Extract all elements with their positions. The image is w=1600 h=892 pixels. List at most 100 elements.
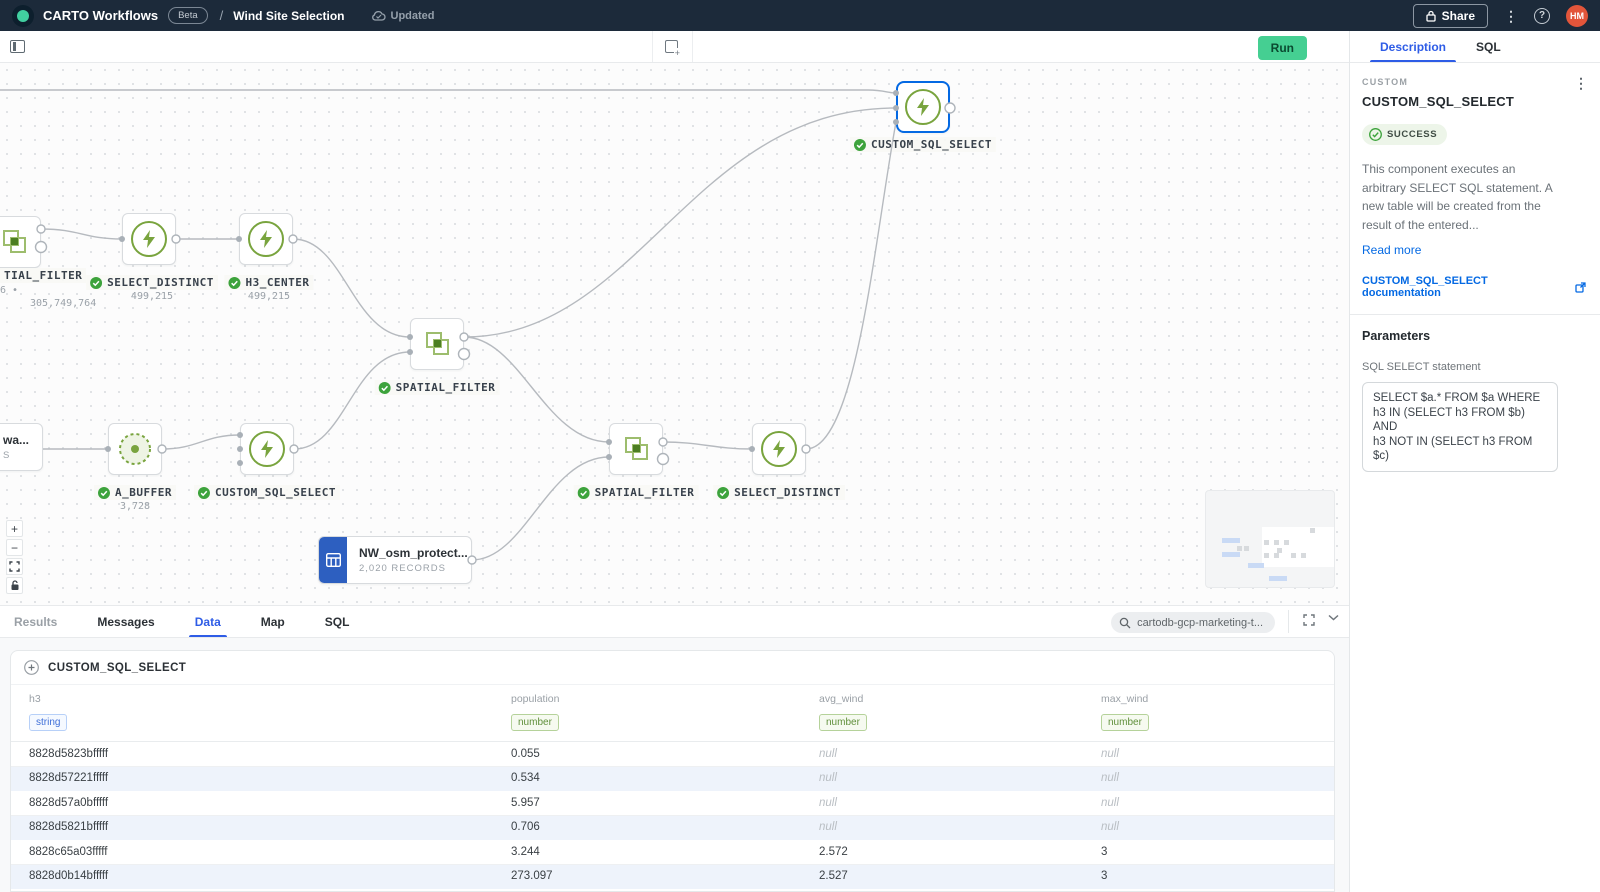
lock-interactivity-button[interactable] bbox=[6, 577, 23, 594]
node-a-buffer[interactable] bbox=[108, 423, 162, 475]
table-cell: null bbox=[819, 747, 837, 760]
spatial-filter-icon bbox=[3, 230, 26, 253]
avatar[interactable]: HM bbox=[1566, 4, 1588, 27]
node-label: SPATIAL_FILTER bbox=[573, 485, 699, 500]
node-source-table[interactable]: NW_osm_protect... 2,020 RECORDS bbox=[318, 536, 472, 584]
breadcrumb-separator: / bbox=[219, 8, 224, 23]
divider bbox=[1350, 314, 1600, 316]
node-label: SELECT_DISTINCT bbox=[713, 485, 845, 500]
tab-sidebar-sql[interactable]: SQL bbox=[1476, 31, 1501, 62]
table-row[interactable]: 8828d57a0bfffff 5.957 null null bbox=[11, 791, 1334, 816]
workflow-toolbar: Run bbox=[0, 31, 1349, 63]
canvas-controls: + − bbox=[6, 520, 23, 594]
workflow-edges bbox=[0, 89, 956, 565]
node-count: 499,215 bbox=[247, 291, 291, 302]
tab-results[interactable]: Results bbox=[14, 606, 57, 637]
component-title: CUSTOM_SQL_SELECT bbox=[1362, 94, 1514, 109]
lightning-icon bbox=[249, 431, 285, 467]
lock-icon bbox=[1425, 10, 1436, 22]
table-row[interactable]: 8828d5821bfffff 0.706 null null bbox=[11, 815, 1334, 840]
node-count: 305,749,764 bbox=[30, 298, 97, 309]
column-type-badge: string bbox=[29, 714, 68, 731]
minimap[interactable] bbox=[1205, 490, 1335, 588]
table-node-records: 2,020 RECORDS bbox=[359, 563, 446, 574]
table-cell: 0.055 bbox=[511, 747, 540, 760]
table-row[interactable]: 8828d57221fffff 0.534 null null bbox=[11, 766, 1334, 791]
column-header: h3 string bbox=[11, 693, 493, 731]
zoom-out-button[interactable]: − bbox=[6, 539, 23, 556]
table-cell: 273.097 bbox=[511, 870, 553, 883]
data-panel: CUSTOM_SQL_SELECT h3 string population numb… bbox=[0, 638, 1349, 892]
tab-data[interactable]: Data bbox=[188, 606, 227, 637]
node-spatial-filter-cut[interactable] bbox=[0, 216, 41, 268]
node-source-table-cut[interactable]: wa... S bbox=[0, 423, 43, 471]
more-menu-icon[interactable]: ⋮ bbox=[1504, 9, 1518, 23]
success-check-icon bbox=[98, 486, 111, 499]
node-h3-center[interactable] bbox=[239, 213, 293, 265]
expand-panel-icon[interactable] bbox=[1303, 614, 1315, 626]
success-check-icon bbox=[853, 138, 866, 151]
fit-view-button[interactable] bbox=[6, 558, 23, 575]
tab-sql[interactable]: SQL bbox=[325, 606, 350, 637]
parameters-title: Parameters bbox=[1362, 329, 1431, 344]
toggle-components-panel-icon[interactable] bbox=[10, 40, 25, 53]
success-check-icon bbox=[1369, 128, 1382, 141]
component-description: This component executes an arbitrary SEL… bbox=[1362, 162, 1553, 232]
sql-statement-input[interactable]: SELECT $a.* FROM $a WHERE h3 IN (SELECT … bbox=[1362, 382, 1558, 473]
table-cell: null bbox=[819, 772, 837, 785]
tab-messages[interactable]: Messages bbox=[97, 606, 154, 637]
success-check-icon bbox=[197, 486, 210, 499]
connection-selector[interactable]: cartodb-gcp-marketing-t... bbox=[1111, 612, 1275, 633]
workflow-title[interactable]: Wind Site Selection bbox=[233, 9, 344, 23]
add-note-icon[interactable] bbox=[665, 40, 681, 58]
table-node-title: NW_osm_protect... bbox=[359, 546, 468, 560]
table-node-title: wa... bbox=[3, 433, 30, 447]
node-select-distinct[interactable] bbox=[122, 213, 176, 265]
share-button[interactable]: Share bbox=[1412, 3, 1488, 28]
node-custom-sql-select[interactable] bbox=[240, 423, 294, 475]
expand-section-icon[interactable] bbox=[24, 660, 39, 675]
node-custom-sql-select-selected[interactable] bbox=[896, 81, 950, 133]
table-cell: null bbox=[819, 821, 837, 834]
table-row[interactable]: 8828c65a03fffff 3.244 2.572 3 bbox=[11, 840, 1334, 865]
zoom-in-button[interactable]: + bbox=[6, 520, 23, 537]
spatial-filter-icon bbox=[426, 332, 449, 355]
table-header-row: h3 string population number avg_wind number ma… bbox=[11, 684, 1334, 742]
table-cell: 3 bbox=[1101, 870, 1108, 883]
documentation-link[interactable]: CUSTOM_SQL_SELECT documentation bbox=[1362, 275, 1586, 299]
read-more-link[interactable]: Read more bbox=[1362, 243, 1421, 257]
node-select-distinct-2[interactable] bbox=[752, 423, 806, 475]
table-cell: 0.534 bbox=[511, 772, 540, 785]
table-row[interactable]: 8828d0b14bfffff 273.097 2.527 3 bbox=[11, 864, 1334, 889]
success-check-icon bbox=[717, 486, 730, 499]
help-icon[interactable]: ? bbox=[1534, 7, 1550, 24]
carto-logo-icon[interactable] bbox=[12, 4, 34, 27]
table-cell: 8828d5821bfffff bbox=[29, 821, 109, 834]
node-label: CUSTOM_SQL_SELECT bbox=[849, 137, 997, 152]
success-check-icon bbox=[90, 276, 103, 289]
run-button[interactable]: Run bbox=[1257, 36, 1307, 60]
success-check-icon bbox=[378, 381, 391, 394]
table-cell: 8828c65a03fffff bbox=[29, 845, 108, 858]
component-menu-icon[interactable]: ⋮ bbox=[1574, 75, 1588, 92]
lightning-icon bbox=[248, 221, 284, 257]
component-category: CUSTOM bbox=[1362, 77, 1409, 87]
table-cell: 0.706 bbox=[511, 821, 540, 834]
table-cell: 5.957 bbox=[511, 796, 540, 809]
sql-statement-label: SQL SELECT statement bbox=[1362, 361, 1481, 374]
buffer-icon bbox=[119, 433, 151, 465]
tab-description[interactable]: Description bbox=[1369, 31, 1457, 62]
cloud-check-icon bbox=[371, 10, 386, 21]
table-cell: 8828d57a0bfffff bbox=[29, 796, 109, 809]
collapse-panel-chevron-icon[interactable] bbox=[1328, 614, 1339, 621]
node-spatial-filter[interactable] bbox=[410, 318, 464, 370]
beta-badge: Beta bbox=[168, 7, 208, 24]
updated-status: Updated bbox=[371, 10, 435, 22]
table-cell: null bbox=[1101, 796, 1119, 809]
minimap-viewport[interactable] bbox=[1262, 527, 1334, 567]
workflow-canvas[interactable]: TIAL_FILTER 6 • 305,749,764 SELECT_DISTI… bbox=[0, 63, 1349, 605]
tab-map[interactable]: Map bbox=[261, 606, 285, 637]
table-row[interactable]: 8828d5823bfffff 0.055 null null bbox=[11, 742, 1334, 767]
node-spatial-filter-2[interactable] bbox=[609, 423, 663, 475]
success-check-icon bbox=[228, 276, 241, 289]
